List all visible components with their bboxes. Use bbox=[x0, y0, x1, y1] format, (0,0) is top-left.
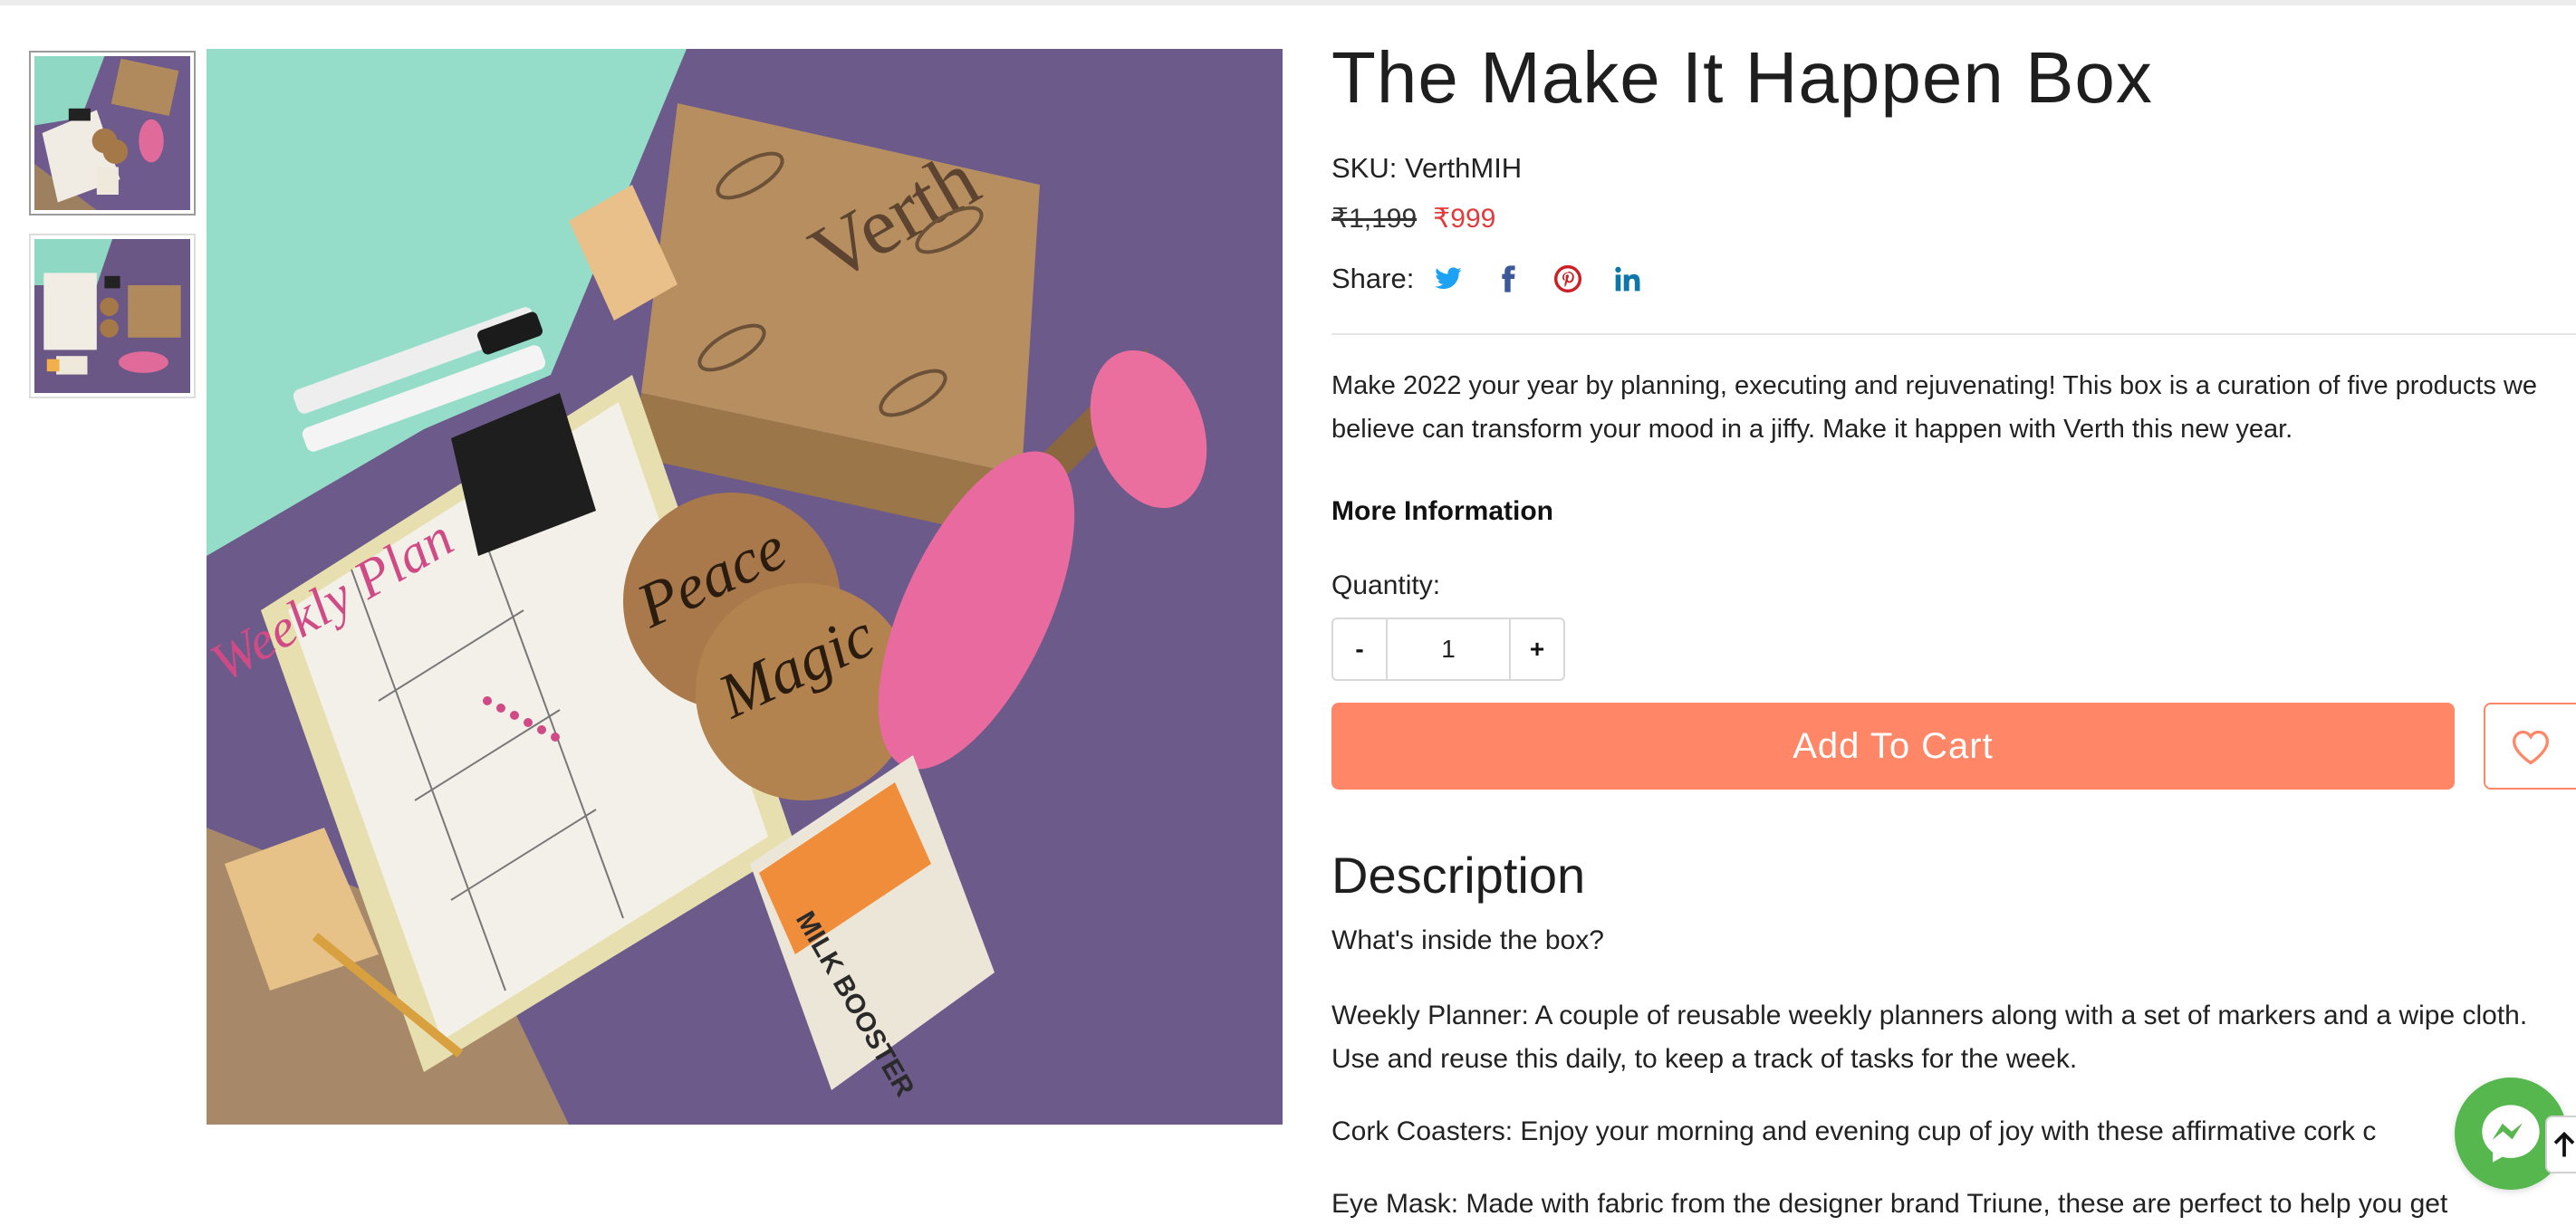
wishlist-button[interactable] bbox=[2484, 703, 2576, 790]
share-label: Share: bbox=[1331, 263, 1415, 294]
product-info: The Make It Happen Box SKU: VerthMIH ₹1,… bbox=[1331, 0, 2576, 1219]
sku: SKU: VerthMIH bbox=[1331, 152, 1522, 185]
sku-label: SKU: bbox=[1331, 152, 1398, 184]
arrow-up-icon bbox=[2553, 1132, 2575, 1157]
messenger-icon bbox=[2482, 1105, 2540, 1163]
description-subheading: What's inside the box? bbox=[1331, 925, 1604, 955]
sale-price: ₹999 bbox=[1433, 204, 1496, 234]
heart-icon bbox=[2513, 730, 2549, 765]
quantity-stepper: - + bbox=[1331, 618, 1565, 681]
add-to-cart-button[interactable]: Add To Cart bbox=[1331, 703, 2455, 790]
quantity-label: Quantity: bbox=[1331, 570, 1441, 600]
description-weekly-planner: Weekly Planner: A couple of reusable wee… bbox=[1331, 1001, 2528, 1074]
pinterest-icon[interactable] bbox=[1553, 264, 1582, 293]
quantity-input[interactable] bbox=[1386, 619, 1511, 679]
description-heading: Description bbox=[1331, 847, 1586, 904]
divider bbox=[1331, 333, 2576, 335]
linkedin-icon[interactable] bbox=[1613, 264, 1642, 293]
product-main-image[interactable]: Verth Weekly Plan Peace Magic MILK BOOST… bbox=[207, 49, 1283, 1125]
old-price: ₹1,199 bbox=[1331, 204, 1418, 234]
sku-value: VerthMIH bbox=[1404, 152, 1523, 184]
thumbnail-image bbox=[34, 56, 190, 210]
product-summary: Make 2022 your year by planning, executi… bbox=[1331, 371, 2538, 444]
quantity-decrease-button[interactable]: - bbox=[1333, 619, 1386, 679]
product-photo: Verth Weekly Plan Peace Magic MILK BOOST… bbox=[207, 49, 1283, 1125]
description-eye-mask: Eye Mask: Made with fabric from the desi… bbox=[1331, 1189, 2448, 1219]
quantity-increase-button[interactable]: + bbox=[1511, 619, 1563, 679]
product-title: The Make It Happen Box bbox=[1331, 37, 2153, 118]
gallery-thumbnail-1[interactable] bbox=[29, 51, 196, 216]
twitter-icon[interactable] bbox=[1434, 264, 1463, 293]
share-bar: Share: bbox=[1331, 263, 1673, 295]
description-cork-coasters: Cork Coasters: Enjoy your morning and ev… bbox=[1331, 1116, 2377, 1146]
gallery-thumbnail-2[interactable] bbox=[29, 234, 196, 398]
scroll-to-top-button[interactable] bbox=[2545, 1116, 2576, 1173]
thumbnail-image bbox=[34, 239, 190, 393]
more-information-link[interactable]: More Information bbox=[1331, 496, 1553, 527]
price-block: ₹1,199 ₹999 bbox=[1331, 203, 1495, 235]
facebook-icon[interactable] bbox=[1494, 264, 1523, 293]
